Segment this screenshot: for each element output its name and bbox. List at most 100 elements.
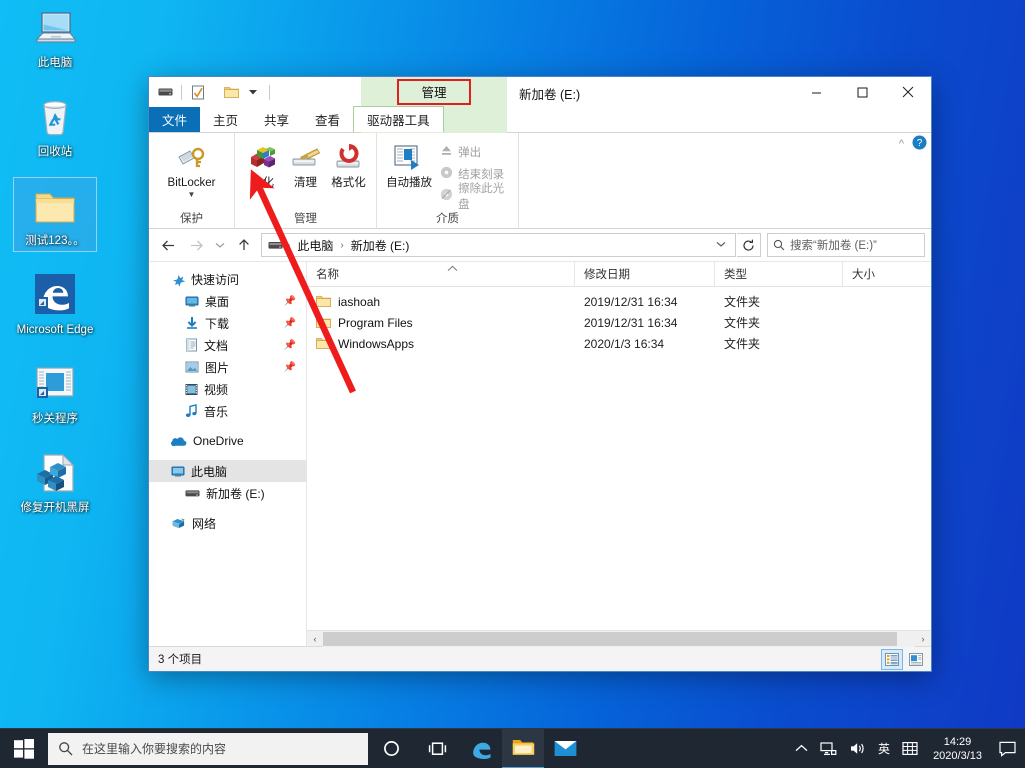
desktop-icon-fix-black-screen[interactable]: 修复开机黑屏	[14, 445, 96, 518]
tab-view[interactable]: 查看	[302, 107, 353, 132]
breadcrumb-item-drive[interactable]: 新加卷 (E:)	[348, 235, 413, 256]
action-center-icon[interactable]	[991, 729, 1023, 768]
show-hidden-icons-chevron[interactable]	[789, 729, 814, 768]
scrollbar-track[interactable]	[323, 630, 915, 647]
taskbar-mail-icon[interactable]	[544, 729, 586, 768]
tab-file[interactable]: 文件	[149, 107, 201, 132]
sidebar-label: 网络	[192, 516, 217, 531]
properties-checkmark-icon[interactable]	[188, 82, 208, 102]
sidebar-item-videos[interactable]: 视频	[149, 378, 306, 400]
desktop-icon-quick-close-program[interactable]: 秒关程序	[14, 356, 96, 429]
breadcrumb-item-this-pc[interactable]: 此电脑	[294, 235, 336, 256]
autoplay-label: 自动播放	[386, 177, 433, 189]
details-view-icon[interactable]	[881, 648, 903, 670]
erase-disc-button[interactable]: 擦除此光盘	[435, 183, 512, 211]
file-type: 文件夹	[724, 316, 761, 330]
minimize-button[interactable]	[793, 77, 839, 107]
file-name: iashoah	[338, 294, 381, 309]
window-title: 新加卷 (E:)	[519, 88, 581, 102]
desktop-icon-microsoft-edge[interactable]: Microsoft Edge	[14, 267, 96, 340]
taskbar-clock[interactable]: 14:29 2020/3/13	[924, 729, 991, 768]
tab-home[interactable]: 主页	[200, 107, 251, 132]
sidebar-item-pictures[interactable]: 图片 📌	[149, 356, 306, 378]
column-header-name[interactable]: 名称	[307, 261, 575, 287]
sidebar-item-network[interactable]: 网络	[149, 512, 306, 534]
ribbon-panel: BitLocker ▼ 保护 优化 清理 格式化 管理 自动播放 弹出 结束刻录…	[149, 133, 931, 229]
file-list-pane: 名称 修改日期 类型 大小 iashoah 2019/12/31 16:34 文…	[306, 261, 931, 647]
sidebar-item-onedrive[interactable]: OneDrive	[149, 430, 306, 452]
table-row[interactable]: iashoah 2019/12/31 16:34 文件夹	[307, 291, 931, 312]
bitlocker-button[interactable]: BitLocker ▼	[155, 138, 228, 199]
sidebar-item-downloads[interactable]: 下载 📌	[149, 312, 306, 334]
breadcrumb[interactable]: › 此电脑 › 新加卷 (E:)	[261, 233, 736, 257]
file-explorer-window: 管理 新加卷 (E:) 文件 主页 共享 查看 驱动器工具 BitLocker …	[148, 76, 932, 672]
desktop-icon-area: 此电脑 回收站 测试123。。 Microsoft Edge 秒关程序 修复开机…	[0, 0, 110, 534]
onedrive-cloud-icon	[171, 436, 187, 447]
column-header-type[interactable]: 类型	[715, 261, 843, 287]
help-icon[interactable]: ?	[912, 135, 927, 153]
horizontal-scrollbar[interactable]: ‹ ›	[307, 630, 931, 647]
breadcrumb-dropdown-icon[interactable]	[709, 240, 733, 251]
taskbar: 在这里输入你要搜索的内容 英 14:29 2020/3/13	[0, 728, 1025, 768]
tab-share[interactable]: 共享	[251, 107, 302, 132]
start-button[interactable]	[0, 729, 48, 768]
close-button[interactable]	[885, 77, 931, 107]
sidebar-item-this-pc[interactable]: 此电脑	[149, 460, 306, 482]
maximize-button[interactable]	[839, 77, 885, 107]
recent-locations-button[interactable]	[211, 232, 229, 258]
large-icons-view-icon[interactable]	[905, 649, 927, 670]
up-button[interactable]	[231, 232, 257, 258]
file-rows: iashoah 2019/12/31 16:34 文件夹 Program Fil…	[307, 287, 931, 630]
desktop-icon-test-folder[interactable]: 测试123。。	[13, 177, 97, 252]
sidebar-item-quick-access[interactable]: 快速访问	[149, 268, 306, 290]
scroll-right-arrow[interactable]: ›	[915, 634, 931, 644]
network-icon[interactable]	[814, 729, 843, 768]
table-row[interactable]: Program Files 2019/12/31 16:34 文件夹	[307, 312, 931, 333]
cortana-icon[interactable]	[368, 729, 414, 768]
eject-button[interactable]: 弹出	[435, 141, 512, 163]
bitlocker-caret-icon[interactable]: ▼	[188, 190, 196, 199]
computer-icon	[171, 465, 185, 478]
column-header-size[interactable]: 大小	[843, 262, 931, 287]
desktop-icon-recycle-bin[interactable]: 回收站	[14, 89, 96, 162]
back-button[interactable]	[155, 232, 181, 258]
volume-icon[interactable]	[843, 729, 872, 768]
column-header-date[interactable]: 修改日期	[575, 261, 715, 287]
autoplay-button[interactable]: 自动播放	[383, 138, 435, 190]
refresh-button[interactable]	[737, 233, 761, 257]
file-type: 文件夹	[724, 337, 761, 351]
pin-icon[interactable]: 📌	[284, 318, 296, 329]
input-method-icon[interactable]: 英	[872, 729, 896, 768]
taskbar-edge-icon[interactable]	[460, 729, 502, 768]
scroll-left-arrow[interactable]: ‹	[307, 634, 323, 644]
pin-icon[interactable]: 📌	[284, 340, 296, 351]
sidebar-item-drive-e[interactable]: 新加卷 (E:)	[149, 482, 306, 504]
customize-qat-chevron-icon[interactable]	[243, 82, 263, 102]
drive-properties-icon[interactable]	[155, 82, 175, 102]
taskbar-file-explorer-icon[interactable]	[502, 728, 544, 768]
forward-button[interactable]	[183, 232, 209, 258]
pin-icon[interactable]: 📌	[284, 362, 296, 373]
window-control-buttons	[793, 77, 931, 107]
format-button[interactable]: 格式化	[327, 138, 370, 190]
ime-keyboard-icon[interactable]	[896, 729, 924, 768]
desktop-icon-label: 修复开机黑屏	[20, 502, 90, 514]
optimize-button[interactable]: 优化	[241, 138, 284, 190]
eject-label: 弹出	[458, 147, 482, 159]
pin-icon[interactable]: 📌	[284, 296, 296, 307]
desktop-icon-this-pc[interactable]: 此电脑	[14, 0, 96, 73]
system-tray: 英 14:29 2020/3/13	[789, 729, 1025, 768]
new-folder-icon[interactable]	[221, 82, 241, 102]
taskbar-search-box[interactable]: 在这里输入你要搜索的内容	[48, 732, 368, 765]
ribbon-group-media: 自动播放 弹出 结束刻录 擦除此光盘 介质	[377, 133, 519, 229]
collapse-ribbon-icon[interactable]: ^	[899, 138, 904, 150]
sidebar-item-documents[interactable]: 文档 📌	[149, 334, 306, 356]
tab-drive-tools[interactable]: 驱动器工具	[353, 106, 444, 132]
sidebar-item-music[interactable]: 音乐	[149, 400, 306, 422]
task-view-icon[interactable]	[414, 729, 460, 768]
cleanup-button[interactable]: 清理	[284, 138, 327, 190]
scrollbar-thumb[interactable]	[323, 631, 898, 646]
table-row[interactable]: WindowsApps 2020/1/3 16:34 文件夹	[307, 333, 931, 354]
sidebar-item-desktop[interactable]: 桌面 📌	[149, 290, 306, 312]
search-input[interactable]: 搜索“新加卷 (E:)”	[767, 233, 925, 257]
